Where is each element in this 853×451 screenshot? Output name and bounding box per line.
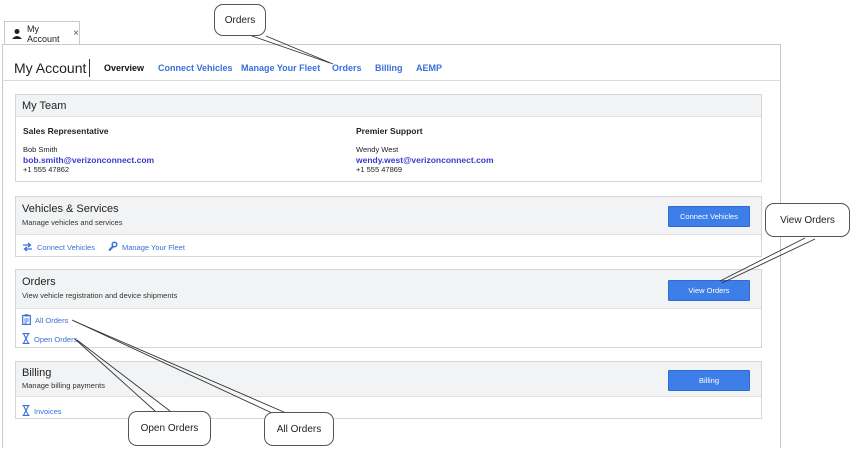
invoices-row: Invoices [22,405,62,418]
invoices-link[interactable]: Invoices [34,407,62,416]
billing-subtitle: Manage billing payments [22,381,105,390]
billing-header: Billing Manage billing payments Billing [16,362,761,397]
view-orders-callout: View Orders [765,203,850,237]
connect-vehicles-button[interactable]: Connect Vehicles [668,206,750,227]
user-icon [11,28,23,40]
sales-phone: +1 555 47862 [23,165,70,174]
nav-manage-your-fleet[interactable]: Manage Your Fleet [241,63,320,73]
open-orders-callout: Open Orders [128,411,211,446]
connect-icon [22,241,37,254]
all-orders-link[interactable]: All Orders [35,316,68,325]
tab-label: My Account [27,23,60,44]
open-orders-row: Open Orders [22,333,77,346]
page-header: My Account Overview Connect Vehicles Man… [2,44,781,81]
orders-subtitle: View vehicle registration and device shi… [22,291,178,300]
account-page: My Account × My Account Overview Connect… [0,0,853,451]
vehicles-links: Connect Vehicles Manage Your Fleet [22,241,185,254]
page-title: My Account [14,60,87,76]
billing-panel: Billing Manage billing payments Billing … [15,361,762,419]
all-orders-row: All Orders [22,314,68,327]
support-phone: +1 555 47869 [356,165,403,174]
nav-aemp[interactable]: AEMP [416,63,442,73]
sales-role: Sales Representative [23,126,109,136]
view-orders-button[interactable]: View Orders [668,280,750,301]
support-email-link[interactable]: wendy.west@verizonconnect.com [356,155,494,165]
close-icon[interactable]: × [73,28,79,39]
my-team-header: My Team [16,95,761,117]
my-team-title: My Team [22,100,67,112]
connect-vehicles-link[interactable]: Connect Vehicles [37,243,95,252]
nav-billing[interactable]: Billing [375,63,403,73]
support-role: Premier Support [356,126,423,136]
vehicles-header: Vehicles & Services Manage vehicles and … [16,197,761,235]
hourglass-icon [22,405,34,418]
tab-my-account[interactable]: My Account × [4,21,80,45]
sales-rep-contact: Sales Representative Bob Smith bob.smith… [23,126,154,175]
vehicles-panel: Vehicles & Services Manage vehicles and … [15,196,762,257]
all-orders-callout: All Orders [264,412,334,446]
sales-email-link[interactable]: bob.smith@verizonconnect.com [23,155,154,165]
billing-title: Billing [22,367,52,379]
nav-connect-vehicles[interactable]: Connect Vehicles [158,63,233,73]
nav-orders[interactable]: Orders [332,63,362,73]
vehicles-subtitle: Manage vehicles and services [22,218,123,227]
support-contact: Premier Support Wendy West wendy.west@ve… [356,126,494,175]
orders-header: Orders View vehicle registration and dev… [16,270,761,309]
orders-panel: Orders View vehicle registration and dev… [15,269,762,348]
sales-name: Bob Smith [23,145,58,154]
orders-callout: Orders [214,4,266,36]
my-team-panel: My Team Sales Representative Bob Smith b… [15,94,762,182]
clipboard-icon [22,314,35,327]
vehicles-title: Vehicles & Services [22,203,119,215]
manage-fleet-link[interactable]: Manage Your Fleet [122,243,185,252]
hourglass-icon [22,333,34,346]
open-orders-link[interactable]: Open Orders [34,335,77,344]
billing-button[interactable]: Billing [668,370,750,391]
title-divider [89,59,90,77]
orders-title: Orders [22,276,56,288]
nav-overview[interactable]: Overview [104,63,144,73]
wrench-icon [107,241,122,254]
support-name: Wendy West [356,145,399,154]
